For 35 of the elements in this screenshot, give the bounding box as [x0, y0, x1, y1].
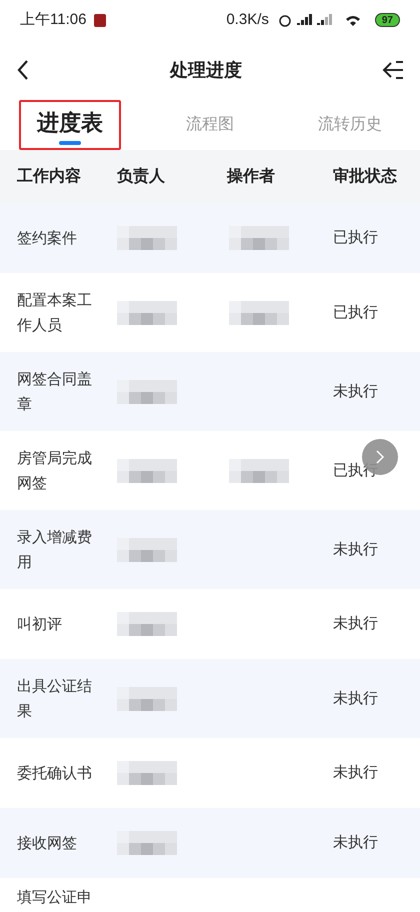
table-cell-text: 填写公证申	[17, 888, 93, 908]
column-header: 操作者	[227, 166, 276, 186]
collapse-menu-icon[interactable]	[382, 60, 404, 80]
notification-icon	[94, 14, 106, 26]
tab[interactable]: 进度表	[19, 100, 121, 150]
table-cell: 未执行	[333, 690, 378, 706]
table-cell-text: 叫初评	[17, 614, 63, 634]
table-cell: 未执行	[333, 540, 378, 558]
tab[interactable]: 流程图	[168, 100, 252, 150]
table-cell-text: 签约案件	[17, 228, 78, 248]
column-header: 工作内容	[17, 166, 82, 186]
back-icon[interactable]	[16, 59, 30, 81]
table-cell-text: 委托确认书	[17, 764, 93, 784]
table-cell-text: 房管局完成网签	[17, 448, 93, 494]
status-time: 上午11:06	[20, 10, 86, 30]
page-title: 处理进度	[168, 58, 243, 82]
table-cell-text: 出具公证结果	[17, 676, 93, 722]
network-speed: 0.3K/s	[226, 10, 269, 30]
chevron-right-icon	[375, 449, 385, 465]
wifi-icon	[344, 14, 361, 26]
table-cell: 已执行	[333, 304, 378, 320]
tab[interactable]: 流转历史	[300, 100, 400, 150]
column-header: 负责人	[117, 166, 166, 186]
battery-indicator: 97	[374, 13, 400, 27]
table-cell: 未执行	[333, 834, 378, 851]
table-cell: 未执行	[333, 764, 378, 781]
table-cell-text: 录入增减费用	[17, 528, 93, 572]
tab-indicator	[59, 140, 81, 144]
table-cell: 已执行	[333, 229, 378, 246]
table-cell-text: 网签合同盖章	[17, 370, 93, 414]
table-cell-text: 配置本案工作人员	[17, 290, 93, 336]
column-header: 审批状态	[333, 166, 398, 186]
table-cell-text: 接收网签	[17, 834, 78, 854]
table-cell: 未执行	[333, 382, 378, 400]
table-cell: 未执行	[333, 615, 378, 632]
